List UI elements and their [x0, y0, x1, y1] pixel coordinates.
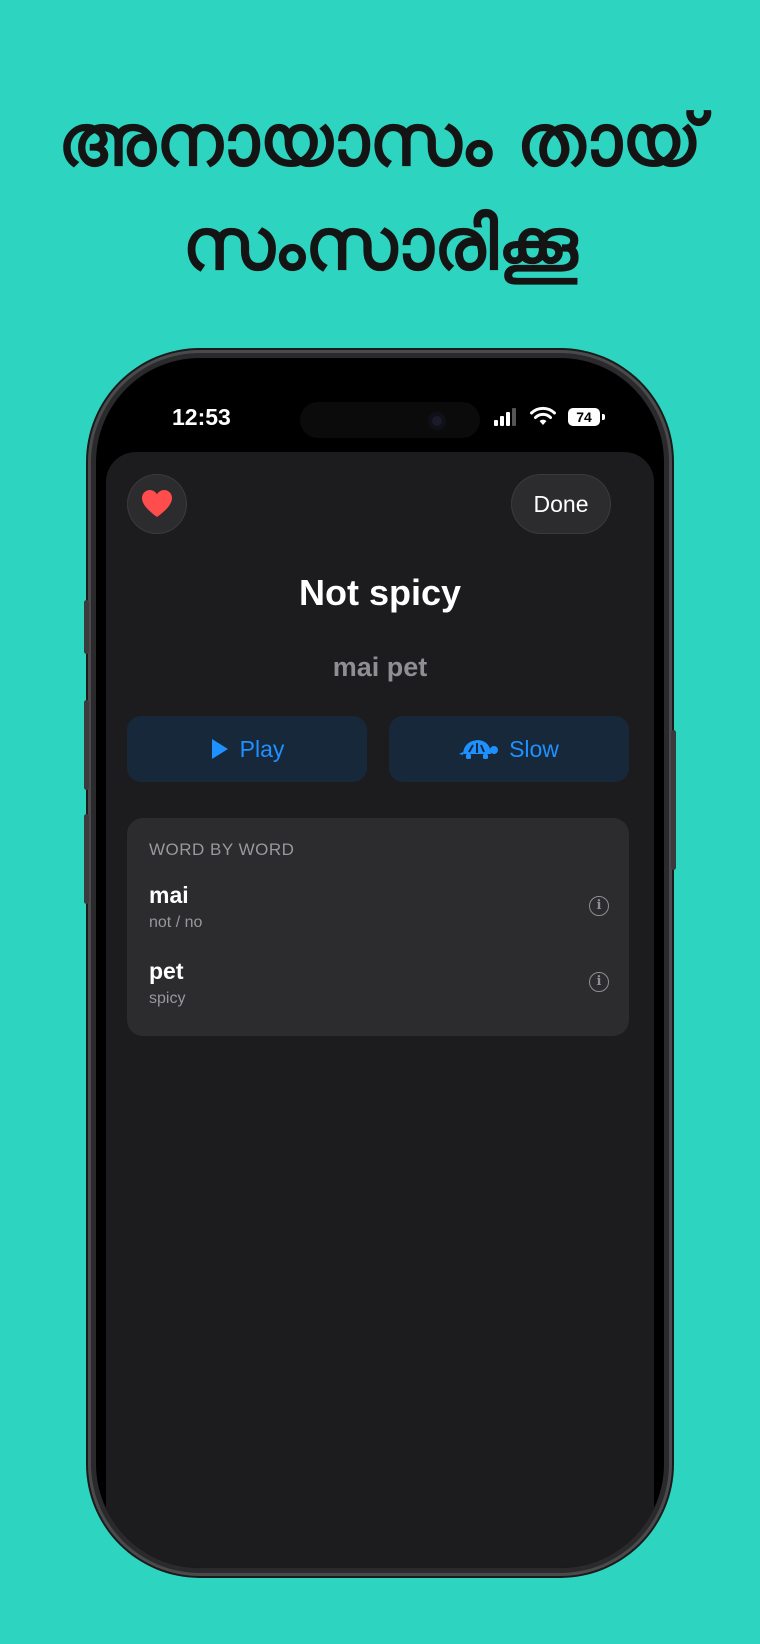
camera-icon [428, 412, 446, 430]
play-icon [211, 739, 228, 759]
word-row-pet[interactable]: pet spicy i [149, 958, 609, 1018]
word-by-word-header: WORD BY WORD [149, 840, 295, 859]
phone-frame: 12:53 74 Done Not spicy mai pet Play Slo… [84, 350, 676, 1576]
wifi-icon [530, 406, 556, 425]
battery-icon: 74 [568, 408, 600, 426]
volume-down-button [84, 814, 89, 904]
volume-up-button [84, 700, 89, 790]
power-button [671, 730, 676, 870]
headline-line-2: സംസാരിക്കൂ [182, 202, 578, 286]
word-row-mai[interactable]: mai not / no i [149, 882, 609, 942]
word-by-word-card: WORD BY WORD mai not / no i pet spicy i [127, 818, 629, 1036]
headline-line-1: അനായാസം തായ് [58, 98, 702, 182]
play-button[interactable]: Play [127, 716, 367, 782]
signal-icon [494, 408, 520, 426]
info-icon[interactable]: i [589, 896, 609, 916]
favorite-button[interactable] [127, 474, 187, 534]
turtle-icon [459, 740, 499, 759]
action-button [84, 600, 89, 654]
status-time: 12:53 [172, 404, 231, 430]
dynamic-island [300, 402, 480, 438]
word-text: mai [149, 882, 189, 908]
phrase-transliteration: mai pet [332, 652, 428, 682]
phrase-title: Not spicy [298, 572, 462, 613]
heart-icon [142, 490, 172, 517]
done-button[interactable]: Done [511, 474, 611, 534]
status-bar: 12:53 74 [96, 358, 664, 454]
slow-button[interactable]: Slow [389, 716, 629, 782]
headline: അനായാസം തായ് സംസാരിക്കൂ [0, 88, 760, 296]
phrase-sheet: Done Not spicy mai pet Play Slow WORD BY… [106, 452, 654, 1568]
battery-tip [602, 414, 605, 420]
play-label: Play [239, 735, 285, 762]
phone-screen: 12:53 74 Done Not spicy mai pet Play Slo… [96, 358, 664, 1568]
word-meaning: spicy [149, 990, 186, 1007]
word-meaning: not / no [149, 914, 203, 931]
slow-label: Slow [509, 735, 559, 762]
word-text: pet [149, 958, 184, 984]
info-icon[interactable]: i [589, 972, 609, 992]
